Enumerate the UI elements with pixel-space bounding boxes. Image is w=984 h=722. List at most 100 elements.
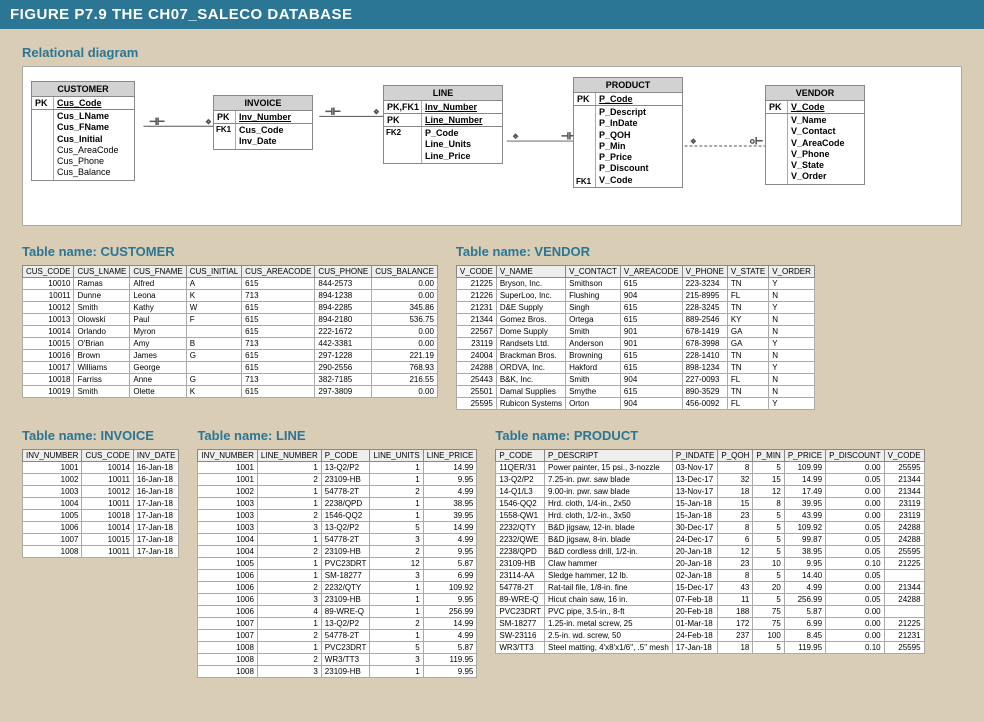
table-row: 21225Bryson, Inc.Smithson615223-3234TNY [456, 278, 814, 290]
table-row: 1004223109-HB29.95 [198, 546, 477, 558]
table-row: 10015O'BrianAmyB713442-33810.00 [23, 338, 438, 350]
svg-text:⋄: ⋄ [206, 116, 212, 126]
column-header: P_PRICE [784, 450, 825, 462]
svg-text:⊣⊢: ⊣⊢ [325, 106, 341, 116]
table-row: 23119Randsets Ltd.Anderson901678-3998GAY [456, 338, 814, 350]
erd-invoice: INVOICE PKInv_Number FK1Cus_CodeInv_Date [213, 95, 313, 150]
table-row: 10021001116-Jan-18 [23, 474, 179, 486]
erd-product: PRODUCT PKP_Code FK1P_DescriptP_InDateP_… [573, 77, 683, 188]
column-header: LINE_NUMBER [257, 450, 321, 462]
table-row: 1004154778-2T34.99 [198, 534, 477, 546]
table-row: 1546-QQ2Hrd. cloth, 1/4-in., 2x5015-Jan-… [496, 498, 924, 510]
column-header: CUS_FNAME [130, 266, 186, 278]
content-area: Relational diagram ⊣⊢⋄ ⊣⊢⋄ ⋄⊣⊢ ⋄○⊢ CUSTO… [0, 29, 984, 722]
invoice-table-block: Table name: INVOICE INV_NUMBERCUS_CODEIN… [22, 424, 179, 558]
table-row: 10019SmithOletteK615297-38090.00 [23, 386, 438, 398]
column-header: CUS_CODE [82, 450, 133, 462]
table-row: 10018FarrissAnneG713382-7185216.55 [23, 374, 438, 386]
vendor-title: Table name: VENDOR [456, 244, 962, 259]
column-header: V_PHONE [682, 266, 727, 278]
column-header: INV_NUMBER [23, 450, 82, 462]
column-header: P_INDATE [672, 450, 718, 462]
table-row: 2238/QPDB&D cordless drill, 1/2-in.20-Ja… [496, 546, 924, 558]
table-row: 10061001417-Jan-18 [23, 522, 179, 534]
table-row: 1003313-Q2/P2514.99 [198, 522, 477, 534]
svg-text:⋄: ⋄ [690, 136, 696, 146]
customer-title: Table name: CUSTOMER [22, 244, 438, 259]
table-row: WR3/TT3Steel matting, 4'x8'x1/6", .5" me… [496, 642, 924, 654]
column-header: P_DISCOUNT [826, 450, 885, 462]
table-row: 10061SM-1827736.99 [198, 570, 477, 582]
table-row: 10017WilliamsGeorge615290-2556768.93 [23, 362, 438, 374]
column-header: CUS_INITIAL [186, 266, 241, 278]
table-row: 1001113-Q2/P2114.99 [198, 462, 477, 474]
line-table-block: Table name: LINE INV_NUMBERLINE_NUMBERP_… [197, 424, 477, 678]
diagram-section-title: Relational diagram [22, 45, 962, 60]
vendor-table: V_CODEV_NAMEV_CONTACTV_AREACODEV_PHONEV_… [456, 265, 815, 410]
table-row: 10041001117-Jan-18 [23, 498, 179, 510]
table-row: 1006489-WRE-Q1256.99 [198, 606, 477, 618]
table-row: 21344Gomez Bros.Ortega615889-2546KYN [456, 314, 814, 326]
invoice-title: Table name: INVOICE [22, 428, 179, 443]
table-row: 2232/QWEB&D jigsaw, 8-in. blade24-Dec-17… [496, 534, 924, 546]
table-row: 1007113-Q2/P2214.99 [198, 618, 477, 630]
svg-text:⋄: ⋄ [513, 131, 519, 141]
table-row: 11QER/31Power painter, 15 psi., 3-nozzle… [496, 462, 924, 474]
table-row: 23114-AASledge hammer, 12 lb.02-Jan-1885… [496, 570, 924, 582]
column-header: P_CODE [496, 450, 545, 462]
table-row: 23109-HBClaw hammer20-Jan-1823109.950.10… [496, 558, 924, 570]
column-header: V_CONTACT [566, 266, 621, 278]
table-row: 25595Rubicon SystemsOrton904456-0092FLY [456, 398, 814, 410]
table-row: 10013OlowskiPaulF615894-2180536.75 [23, 314, 438, 326]
column-header: V_STATE [727, 266, 768, 278]
column-header: CUS_LNAME [74, 266, 130, 278]
table-row: 1007254778-2T14.99 [198, 630, 477, 642]
table-row: 24288ORDVA, Inc.Hakford615898-1234TNY [456, 362, 814, 374]
table-row: SW-231162.5-in. wd. screw, 5024-Feb-1823… [496, 630, 924, 642]
table-row: 10071001517-Jan-18 [23, 534, 179, 546]
erd-customer: CUSTOMER PKCus_Code Cus_LNameCus_FNameCu… [31, 81, 135, 181]
table-row: 10012SmithKathyW615894-2285345.86 [23, 302, 438, 314]
column-header: P_DESCRIPT [545, 450, 673, 462]
table-row: 1002154778-2T24.99 [198, 486, 477, 498]
column-header: CUS_PHONE [315, 266, 372, 278]
column-header: V_CODE [884, 450, 924, 462]
column-header: V_ORDER [769, 266, 815, 278]
column-header: V_CODE [456, 266, 496, 278]
table-row: 1558-QW1Hrd. cloth, 1/2-in., 3x5015-Jan-… [496, 510, 924, 522]
table-row: 100321546-QQ2139.95 [198, 510, 477, 522]
customer-table-block: Table name: CUSTOMER CUS_CODECUS_LNAMECU… [22, 240, 438, 398]
product-title: Table name: PRODUCT [495, 428, 962, 443]
figure-title: FIGURE P7.9 THE CH07_SALECO DATABASE [0, 0, 984, 29]
customer-table: CUS_CODECUS_LNAMECUS_FNAMECUS_INITIALCUS… [22, 265, 438, 398]
table-row: 1006323109-HB19.95 [198, 594, 477, 606]
svg-text:○⊢: ○⊢ [750, 136, 763, 146]
column-header: P_QOH [718, 450, 753, 462]
table-row: 10081001117-Jan-18 [23, 546, 179, 558]
line-title: Table name: LINE [197, 428, 477, 443]
column-header: V_AREACODE [620, 266, 682, 278]
erd-customer-title: CUSTOMER [32, 82, 134, 97]
table-row: 10011001416-Jan-18 [23, 462, 179, 474]
vendor-table-block: Table name: VENDOR V_CODEV_NAMEV_CONTACT… [456, 240, 962, 410]
table-row: 10010RamasAlfredA615844-25730.00 [23, 278, 438, 290]
table-row: 25501Damal SuppliesSmythe615890-3529TNN [456, 386, 814, 398]
table-row: 22567Dome SupplySmith901678-1419GAN [456, 326, 814, 338]
table-row: 54778-2TRat-tail file, 1/8-in. fine15-De… [496, 582, 924, 594]
table-row: 10051001817-Jan-18 [23, 510, 179, 522]
table-row: 13-Q2/P27.25-in. pwr. saw blade13-Dec-17… [496, 474, 924, 486]
table-row: 10031001216-Jan-18 [23, 486, 179, 498]
table-row: 25443B&K, Inc.Smith904227-0093FLN [456, 374, 814, 386]
table-row: 100312238/QPD138.95 [198, 498, 477, 510]
invoice-table: INV_NUMBERCUS_CODEINV_DATE10011001416-Ja… [22, 449, 179, 558]
erd-vendor: VENDOR PKV_Code V_NameV_ContactV_AreaCod… [765, 85, 865, 185]
erd-line: LINE PK,FK1Inv_Number PKLine_Number FK2P… [383, 85, 503, 164]
line-table: INV_NUMBERLINE_NUMBERP_CODELINE_UNITSLIN… [197, 449, 477, 678]
table-row: 1001223109-HB19.95 [198, 474, 477, 486]
column-header: CUS_CODE [23, 266, 74, 278]
svg-text:⋄: ⋄ [374, 106, 380, 116]
table-row: 10081PVC23DRT55.87 [198, 642, 477, 654]
table-row: 10011DunneLeonaK713894-12380.00 [23, 290, 438, 302]
column-header: CUS_AREACODE [242, 266, 315, 278]
column-header: LINE_UNITS [370, 450, 423, 462]
